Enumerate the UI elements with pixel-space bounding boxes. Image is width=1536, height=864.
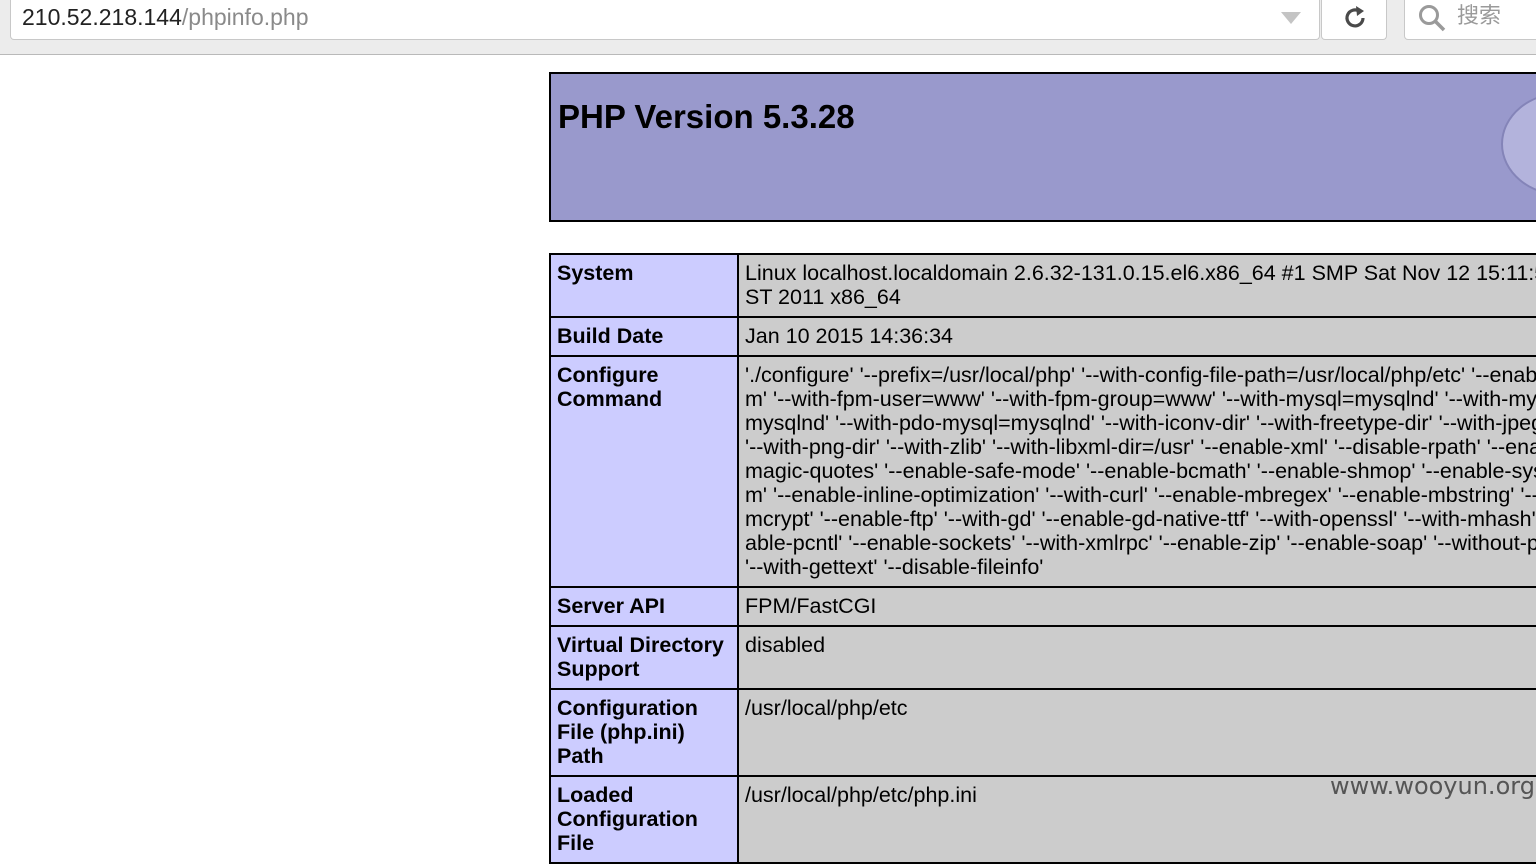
row-value: Linux localhost.localdomain 2.6.32-131.0… — [737, 253, 1536, 318]
dropdown-arrow-icon[interactable] — [1281, 12, 1301, 24]
address-bar[interactable]: 210.52.218.144/phpinfo.php — [10, 0, 1320, 40]
row-value: /usr/local/php/etc — [737, 688, 1536, 777]
search-icon — [1419, 5, 1446, 32]
url-host: 210.52.218.144 — [22, 4, 182, 30]
table-row: Server API FPM/FastCGI — [549, 586, 1536, 627]
row-key: Configure Command — [549, 355, 739, 588]
php-logo — [1501, 92, 1536, 196]
table-row: System Linux localhost.localdomain 2.6.3… — [549, 253, 1536, 318]
page-title: PHP Version 5.3.28 — [558, 98, 855, 135]
php-version-header: PHP Version 5.3.28 — [549, 72, 1536, 222]
row-value: FPM/FastCGI — [737, 586, 1536, 627]
table-row: Configure Command './configure' '--prefi… — [549, 355, 1536, 588]
url-path: /phpinfo.php — [181, 4, 309, 30]
table-row: Virtual Directory Support disabled — [549, 625, 1536, 690]
table-row: Configuration File (php.ini) Path /usr/l… — [549, 688, 1536, 777]
search-box[interactable]: 搜索 — [1404, 0, 1536, 40]
row-key: Build Date — [549, 316, 739, 357]
reload-icon — [1345, 6, 1365, 28]
search-placeholder: 搜索 — [1457, 3, 1502, 28]
row-key: Configuration File (php.ini) Path — [549, 688, 739, 777]
url-text[interactable]: 210.52.218.144/phpinfo.php — [22, 3, 309, 31]
table-row: Build Date Jan 10 2015 14:36:34 — [549, 316, 1536, 357]
row-key: Server API — [549, 586, 739, 627]
row-key: System — [549, 253, 739, 318]
browser-toolbar: 210.52.218.144/phpinfo.php 搜索 — [0, 0, 1536, 55]
row-value: Jan 10 2015 14:36:34 — [737, 316, 1536, 357]
row-key: Virtual Directory Support — [549, 625, 739, 690]
reload-button[interactable] — [1321, 0, 1387, 40]
row-value: './configure' '--prefix=/usr/local/php' … — [737, 355, 1536, 588]
watermark: www.wooyun.org — [1330, 772, 1535, 800]
row-value: disabled — [737, 625, 1536, 690]
row-key: Loaded Configuration File — [549, 775, 739, 864]
